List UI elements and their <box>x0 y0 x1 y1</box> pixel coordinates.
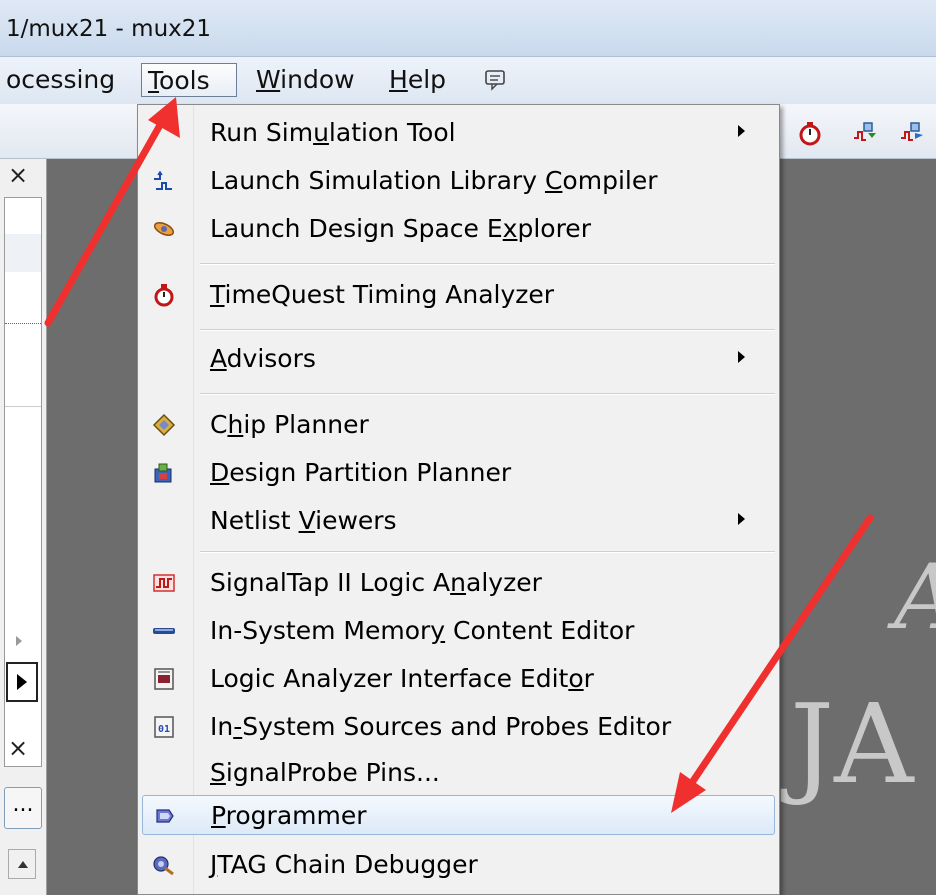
expand-button[interactable] <box>6 662 38 702</box>
menu-bar: ocessing Tools Window Help <box>0 57 936 104</box>
submenu-arrow-icon <box>738 351 745 363</box>
tools-menu-dropdown: Run Simulation Tool Launch Simulation Li… <box>137 104 780 895</box>
signaltap-icon <box>153 574 175 592</box>
partition-icon <box>154 463 172 483</box>
menu-window[interactable]: Window <box>250 63 361 97</box>
sources-probes-icon: 01 <box>154 716 174 738</box>
scroll-up-button[interactable] <box>8 849 36 879</box>
jtag-icon <box>153 856 174 876</box>
menu-item-logic-analyzer-interface-editor[interactable]: Logic Analyzer Interface Editor <box>142 659 775 699</box>
sim-library-icon <box>154 170 172 190</box>
stopwatch-icon <box>154 284 174 307</box>
scroll-up-icon <box>18 861 28 868</box>
background-logo-text-2: JA <box>790 680 914 808</box>
tree-header <box>5 234 41 272</box>
compile-toolbar-icon[interactable] <box>852 120 878 146</box>
menu-help[interactable]: Help <box>383 63 452 97</box>
menu-separator <box>200 329 775 331</box>
menu-item-jtag-chain-debugger[interactable]: JTAG Chain Debugger <box>142 845 775 885</box>
menu-item-timequest-timing-analyzer[interactable]: TimeQuest Timing Analyzer <box>142 275 775 315</box>
menu-item-in-system-sources-and-probes-editor[interactable]: 01 In-System Sources and Probes Editor <box>142 707 775 747</box>
submenu-arrow-icon <box>738 513 745 525</box>
comment-icon[interactable] <box>484 69 508 91</box>
menu-item-launch-design-space-explorer[interactable]: Launch Design Space Explorer <box>142 209 775 249</box>
window-title: 1/mux21 - mux21 <box>6 16 212 42</box>
tree-divider-2 <box>5 406 41 407</box>
timequest-toolbar-icon[interactable] <box>797 120 823 146</box>
menu-separator <box>200 263 775 265</box>
menu-item-advisors[interactable]: Advisors <box>142 339 775 379</box>
close-icon[interactable]: × <box>8 161 28 189</box>
menu-separator <box>200 551 775 553</box>
menu-tools[interactable]: Tools <box>141 63 237 97</box>
menu-item-signalprobe-pins[interactable]: SignalProbe Pins... <box>142 753 775 793</box>
design-space-icon <box>153 222 175 236</box>
lai-icon <box>154 668 174 690</box>
menu-item-netlist-viewers[interactable]: Netlist Viewers <box>142 501 775 541</box>
menu-item-launch-simulation-library-compiler[interactable]: Launch Simulation Library Compiler <box>142 161 775 201</box>
tree-divider <box>5 323 41 325</box>
menu-item-signaltap-ii-logic-analyzer[interactable]: SignalTap II Logic Analyzer <box>142 563 775 603</box>
programmer-icon <box>156 809 174 823</box>
scroll-right-small-icon[interactable] <box>14 635 24 647</box>
play-arrow-icon <box>17 674 27 690</box>
menu-separator <box>200 393 775 395</box>
project-navigator-panel: × × ... <box>0 159 47 895</box>
menu-item-run-simulation-tool[interactable]: Run Simulation Tool <box>142 113 775 153</box>
background-logo-text: A <box>894 545 936 650</box>
menu-item-design-partition-planner[interactable]: Design Partition Planner <box>142 453 775 493</box>
title-bar: 1/mux21 - mux21 <box>0 0 936 57</box>
submenu-arrow-icon <box>738 125 745 137</box>
menu-processing[interactable]: ocessing <box>0 63 121 97</box>
browse-button[interactable]: ... <box>4 787 42 829</box>
menu-item-programmer[interactable]: Programmer <box>142 795 775 835</box>
menu-item-in-system-memory-content-editor[interactable]: In-System Memory Content Editor <box>142 611 775 651</box>
chip-planner-icon <box>152 413 176 437</box>
memory-icon <box>153 628 175 634</box>
close-icon-2[interactable]: × <box>8 734 28 762</box>
analyze-toolbar-icon[interactable] <box>899 120 925 146</box>
svg-text:01: 01 <box>158 724 170 735</box>
menu-item-chip-planner[interactable]: Chip Planner <box>142 405 775 445</box>
